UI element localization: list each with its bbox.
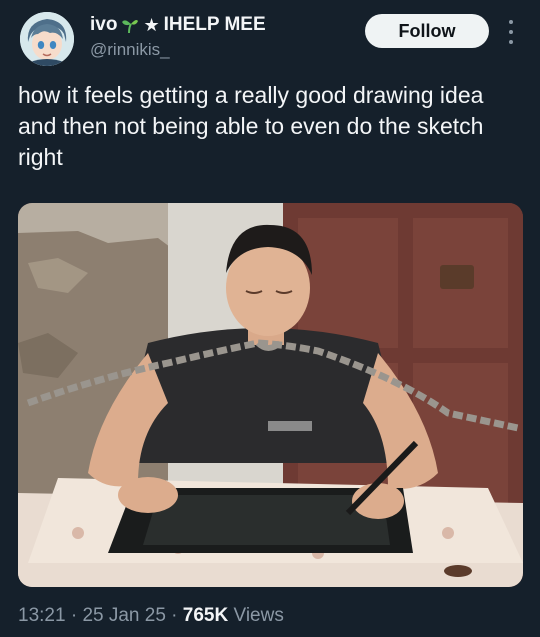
display-name-suffix[interactable]: IHELP MEE <box>164 14 266 36</box>
star-icon: ★ <box>143 15 160 35</box>
photo-illustration <box>18 203 523 587</box>
more-options-icon[interactable] <box>505 20 517 44</box>
views-label: Views <box>228 605 284 626</box>
tweet-media-photo[interactable] <box>18 203 523 587</box>
meta-separator: · <box>65 605 83 626</box>
tweet: ivo ★ IHELP MEE @rinnikis_ Follow how it… <box>0 0 540 637</box>
meta-separator: · <box>165 605 183 626</box>
timestamp-date[interactable]: 25 Jan 25 <box>82 605 165 626</box>
views-count[interactable]: 765K <box>183 605 228 626</box>
user-name-row[interactable]: ivo ★ IHELP MEE <box>90 14 266 36</box>
anime-avatar-icon <box>20 12 74 66</box>
sprout-emoji-icon <box>122 20 139 34</box>
avatar[interactable] <box>20 12 74 66</box>
display-name[interactable]: ivo <box>90 14 117 36</box>
tweet-meta: 13:21 · 25 Jan 25 · 765K Views <box>18 605 284 627</box>
timestamp-time[interactable]: 13:21 <box>18 605 66 626</box>
tweet-text: how it feels getting a really good drawi… <box>18 82 484 170</box>
follow-button[interactable]: Follow <box>365 14 489 48</box>
user-handle[interactable]: @rinnikis_ <box>90 40 170 60</box>
